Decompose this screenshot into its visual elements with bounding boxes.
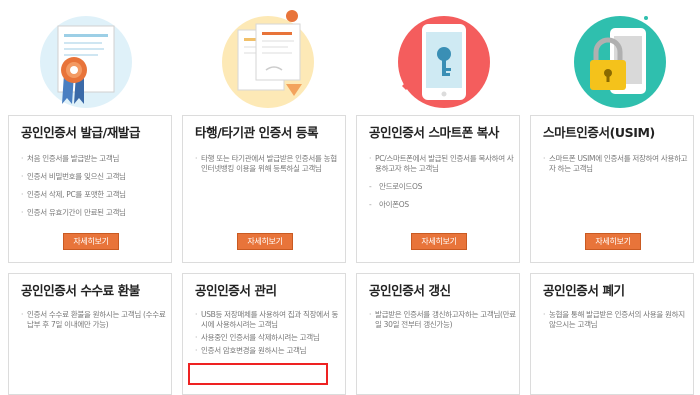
card-cert-manage[interactable]: 공인인증서 관리 USB등 저장매체를 사용하여 집과 직장에서 동시에 사용하… <box>182 273 346 395</box>
card-title: 공인인증서 스마트폰 복사 <box>369 125 500 140</box>
card-cert-revoke[interactable]: 공인인증서 폐기 농협을 통해 발급받은 인증서의 사용을 원하지 않으시는 고… <box>530 273 694 395</box>
list-item: 인증서 암호변경을 원하시는 고객님 <box>195 346 343 356</box>
card-cert-issue: 공인인증서 발급/재발급 처음 인증서를 발급받는 고객님 인증서 비밀번호를 … <box>8 115 172 263</box>
list-item: PC/스마트폰에서 발급된 인증서를 복사하여 사용하고자 하는 고객님 <box>369 154 517 174</box>
detail-button[interactable]: 자세히보기 <box>237 233 293 250</box>
card-item-list: PC/스마트폰에서 발급된 인증서를 복사하여 사용하고자 하는 고객님 안드로… <box>369 154 517 218</box>
list-item: USB등 저장매체를 사용하여 집과 직장에서 동시에 사용하시려는 고객님 <box>195 310 343 330</box>
card-title: 공인인증서 수수료 환불 <box>21 283 140 298</box>
card-usim-cert: 스마트인증서(USIM) 스마트폰 USIM에 인증서를 저장하여 사용하고자 … <box>530 115 694 263</box>
list-item: 처음 인증서를 발급받는 고객님 <box>21 154 169 164</box>
list-item: 사용중인 인증서를 삭제하시려는 고객님 <box>195 333 343 343</box>
list-item: 인증서 유효기간이 만료된 고객님 <box>21 208 169 218</box>
card-smartphone-copy: 공인인증서 스마트폰 복사 PC/스마트폰에서 발급된 인증서를 복사하여 사용… <box>356 115 520 263</box>
card-title: 공인인증서 갱신 <box>369 283 451 298</box>
card-item-list: 발급받은 인증서를 갱신하고자하는 고객님(만료일 30일 전부터 갱신가능) <box>369 310 517 338</box>
card-fee-refund[interactable]: 공인인증서 수수료 환불 인증서 수수료 환불을 원하시는 고객님 (수수료 납… <box>8 273 172 395</box>
card-item-list: 스마트폰 USIM에 인증서를 저장하여 사용하고자 하는 고객님 <box>543 154 691 182</box>
card-item-list: 농협을 통해 발급받은 인증서의 사용을 원하지 않으시는 고객님 <box>543 310 691 338</box>
list-item: 인증서 수수료 환불을 원하시는 고객님 (수수료 납부 후 7일 이내에만 가… <box>21 310 169 330</box>
smartphone-key-icon <box>392 4 492 112</box>
card-cert-renew[interactable]: 공인인증서 갱신 발급받은 인증서를 갱신하고자하는 고객님(만료일 30일 전… <box>356 273 520 395</box>
card-title: 스마트인증서(USIM) <box>543 125 655 140</box>
document-transfer-icon <box>216 4 316 112</box>
detail-button[interactable]: 자세히보기 <box>411 233 467 250</box>
highlight-box <box>188 363 328 385</box>
list-subitem: 안드로이드OS <box>369 182 517 192</box>
detail-button[interactable]: 자세히보기 <box>585 233 641 250</box>
card-title: 공인인증서 폐기 <box>543 283 625 298</box>
certificate-ribbon-icon <box>34 4 134 112</box>
list-subitem: 아이폰OS <box>369 200 517 210</box>
card-item-list: 처음 인증서를 발급받는 고객님 인증서 비밀번호를 잊으신 고객님 인증서 삭… <box>21 154 169 226</box>
card-item-list: 타행 또는 타기관에서 발급받은 인증서를 농협 인터넷뱅킹 이용을 위해 등록… <box>195 154 343 182</box>
usim-lock-icon <box>568 4 668 112</box>
card-title: 공인인증서 관리 <box>195 283 277 298</box>
list-item: 발급받은 인증서를 갱신하고자하는 고객님(만료일 30일 전부터 갱신가능) <box>369 310 517 330</box>
card-title: 타행/타기관 인증서 등록 <box>195 125 319 140</box>
list-item: 타행 또는 타기관에서 발급받은 인증서를 농협 인터넷뱅킹 이용을 위해 등록… <box>195 154 343 174</box>
list-item: 스마트폰 USIM에 인증서를 저장하여 사용하고자 하는 고객님 <box>543 154 691 174</box>
card-other-bank-register: 타행/타기관 인증서 등록 타행 또는 타기관에서 발급받은 인증서를 농협 인… <box>182 115 346 263</box>
list-item: 인증서 비밀번호를 잊으신 고객님 <box>21 172 169 182</box>
card-title: 공인인증서 발급/재발급 <box>21 125 141 140</box>
list-item: 농협을 통해 발급받은 인증서의 사용을 원하지 않으시는 고객님 <box>543 310 691 330</box>
detail-button[interactable]: 자세히보기 <box>63 233 119 250</box>
card-item-list: USB등 저장매체를 사용하여 집과 직장에서 동시에 사용하시려는 고객님 사… <box>195 310 343 359</box>
list-item: 인증서 삭제, PC를 포맷한 고객님 <box>21 190 169 200</box>
card-item-list: 인증서 수수료 환불을 원하시는 고객님 (수수료 납부 후 7일 이내에만 가… <box>21 310 169 338</box>
icon-row <box>0 0 700 115</box>
